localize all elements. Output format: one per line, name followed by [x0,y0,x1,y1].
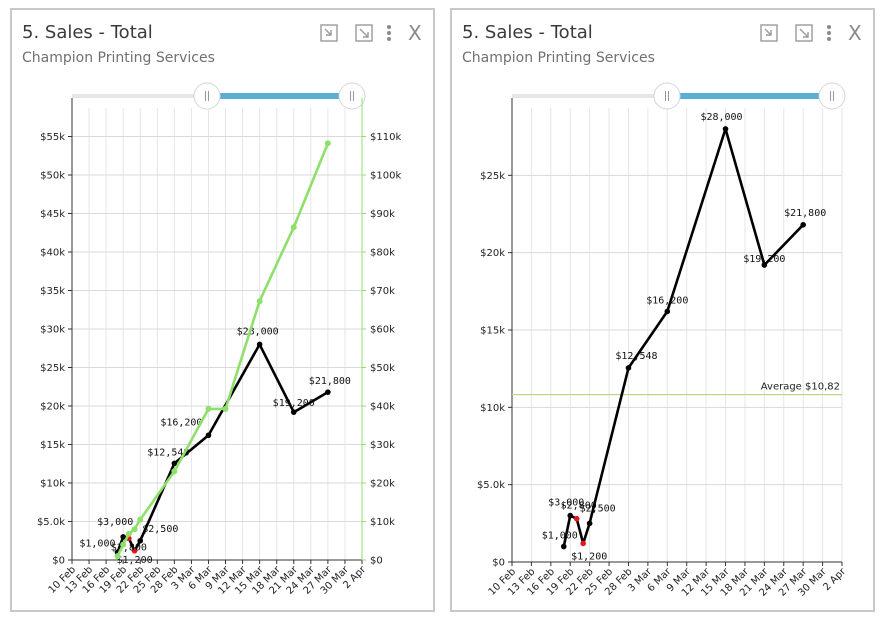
cumulative-point [125,530,132,537]
sales-point [325,389,331,395]
sales-point [722,126,729,132]
data-label: $16,200 [646,295,688,306]
data-label: $21,800 [784,208,826,219]
y-tick-label: $30k [40,325,65,336]
y-tick-label: $50k [40,171,65,182]
sales-chart-right: 10 Feb13 Feb16 Feb19 Feb22 Feb25 Feb28 F… [477,82,849,599]
data-label: $28,000 [237,326,279,337]
cumulative-point [114,553,121,560]
data-label: $2,800 [111,542,147,553]
range-selection [207,93,352,99]
data-label: $1,200 [116,555,152,566]
data-label: $28,000 [700,112,742,123]
sales-chart-left: 10 Feb13 Feb16 Feb19 Feb22 Feb25 Feb28 F… [37,82,401,597]
y-tick-label: $5.0k [477,480,505,491]
cumulative-point [137,516,144,523]
y-tick-label: $45k [40,209,65,220]
cumulative-point [131,526,138,533]
y2-tick-label: $60k [370,325,395,336]
y2-tick-label: $50k [370,363,395,374]
chart-panel-left: 5. Sales - Total Champion Printing Servi… [10,8,435,612]
range-handle-end[interactable] [818,82,846,110]
cumulative-point [290,224,297,231]
range-handle-start[interactable] [193,82,221,110]
data-label: $19,200 [743,254,785,265]
y-tick-label: $0 [52,556,65,567]
sales-point [567,512,574,519]
y-tick-label: $5.0k [37,517,65,528]
y2-tick-label: $110k [370,132,401,143]
average-label: Average $10,82 [761,382,840,393]
data-label: $19,200 [273,398,315,409]
sales-point [205,432,212,439]
cumulative-point [120,541,127,548]
cumulative-point [256,298,263,305]
sales-point [625,365,632,371]
y-tick-label: $20k [480,248,505,259]
chart-panel-right: 5. Sales - Total Champion Printing Servi… [450,8,875,612]
y-tick-label: $35k [40,286,65,297]
y-tick-label: $55k [40,132,65,143]
sales-point [256,341,263,348]
range-handle-end[interactable] [338,82,366,110]
x-tick-label: 2 Apr [821,566,848,593]
sales-point [586,520,593,527]
y2-tick-label: $10k [370,517,395,528]
range-selection [667,93,832,99]
y2-tick-label: $20k [370,479,395,490]
cumulative-sales-line [116,142,330,557]
y2-tick-label: $0 [370,556,383,567]
data-label: $2,500 [580,503,616,514]
sales-point [573,515,580,522]
y-tick-label: $15k [480,326,505,337]
cumulative-point [205,405,212,412]
y-tick-label: $20k [40,402,65,413]
cumulative-point [171,468,178,475]
sales-point [800,222,806,228]
sales-point [664,308,671,315]
y-tick-label: $10k [40,479,65,490]
y2-tick-label: $100k [370,171,401,182]
cumulative-point [222,405,229,412]
cumulative-point [324,140,331,147]
y2-tick-label: $80k [370,248,395,259]
y2-tick-label: $90k [370,209,395,220]
y2-tick-label: $30k [370,440,395,451]
sales-point [580,540,586,547]
y-tick-label: $25k [40,363,65,374]
y-tick-label: $0 [492,558,505,569]
data-label: $3,000 [97,517,133,528]
sales-point [560,543,567,550]
data-label: $21,800 [309,376,351,387]
data-label: $2,500 [142,524,178,535]
y2-tick-label: $40k [370,402,395,413]
y-tick-label: $40k [40,248,65,259]
y-tick-label: $10k [480,403,505,414]
data-label: $16,200 [160,417,202,428]
sales-point [290,409,297,415]
y-tick-label: $25k [480,171,505,182]
data-label: $1,000 [542,531,578,542]
data-label: $12,548 [615,351,657,362]
y2-tick-label: $70k [370,286,395,297]
sales-line [562,127,805,547]
data-label: $1,200 [571,551,607,562]
y-tick-label: $15k [40,440,65,451]
range-handle-start[interactable] [653,82,681,110]
